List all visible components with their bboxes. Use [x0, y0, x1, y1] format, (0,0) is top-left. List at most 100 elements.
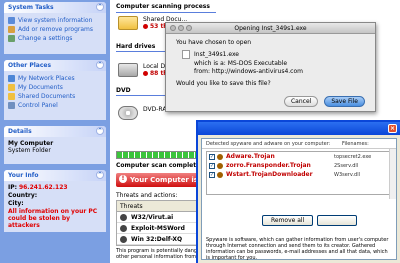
checkbox[interactable]: ✓	[209, 171, 215, 178]
other-places-header[interactable]: Other Places ^	[4, 60, 106, 71]
threat-name: W32/Virut.ai	[131, 213, 174, 221]
threat-name: Exploit-MSWord	[131, 224, 185, 232]
checkbox[interactable]: ✓	[209, 162, 215, 169]
dialog-source: from: http://windows-antivirus4.com	[194, 68, 303, 75]
task-label: View system information	[18, 17, 93, 24]
shared-icon	[8, 93, 15, 100]
task-label: Change a settings	[18, 35, 73, 42]
alert-icon	[143, 71, 148, 76]
details-panel: Details ^ My Computer System Folder	[4, 126, 106, 164]
place-shared-documents[interactable]: Shared Documents	[8, 92, 102, 101]
programs-icon	[8, 26, 15, 33]
your-info-panel: Your Info ^ IP: 96.241.62.123 Country: C…	[4, 170, 106, 232]
ip-value: 96.241.62.123	[18, 184, 68, 191]
spyware-buttons: Remove all	[262, 215, 358, 226]
system-tasks-title: System Tasks	[8, 4, 54, 11]
spyware-name: Wstart.TrojanDownloader	[226, 171, 313, 178]
close-icon[interactable]: ×	[388, 124, 397, 133]
dialog-intro: You have chosen to open	[176, 39, 252, 46]
chevron-up-icon[interactable]: ^	[96, 127, 104, 135]
place-label: My Network Places	[18, 75, 75, 82]
dvd-item[interactable]: DVD-RAM	[118, 106, 172, 120]
details-type: System Folder	[8, 147, 51, 154]
country-label: Country:	[8, 192, 38, 199]
place-my-documents[interactable]: My Documents	[8, 83, 102, 92]
system-tasks-panel: System Tasks ^ View system information A…	[4, 2, 106, 54]
dialog-filetype: which is a: MS-DOS Executable	[194, 60, 288, 67]
spyware-file: topsecret2.exe	[334, 153, 372, 160]
system-tasks-header[interactable]: System Tasks ^	[4, 2, 106, 13]
task-label: Add or remove programs	[18, 26, 93, 33]
place-control-panel[interactable]: Control Panel	[8, 101, 102, 110]
details-header[interactable]: Details ^	[4, 126, 106, 137]
place-label: Shared Documents	[18, 93, 76, 100]
bug-icon	[120, 235, 127, 243]
divider	[116, 12, 216, 13]
dialog-file-row: Inst_349s1.exe	[182, 50, 365, 59]
dialog-title: Opening Inst_349s1.exe	[234, 25, 307, 32]
other-places-panel: Other Places ^ My Network Places My Docu…	[4, 60, 106, 120]
place-my-network[interactable]: My Network Places	[8, 74, 102, 83]
file-icon	[182, 50, 190, 59]
cancel-button[interactable]: Cancel	[283, 96, 319, 107]
ip-row: IP: 96.241.62.123	[8, 184, 102, 192]
secondary-button[interactable]	[317, 215, 358, 226]
spyware-file: W3serv.dll	[334, 171, 360, 178]
download-dialog: Opening Inst_349s1.exe You have chosen t…	[165, 22, 376, 112]
task-change-settings[interactable]: Change a settings	[8, 34, 102, 43]
documents-icon	[8, 84, 15, 91]
control-panel-icon	[8, 102, 15, 109]
remove-all-button[interactable]: Remove all	[262, 215, 314, 226]
chevron-up-icon[interactable]: ^	[96, 3, 104, 11]
details-title: Details	[8, 128, 32, 135]
dialog-buttons: Cancel Save File	[283, 96, 365, 107]
chevron-up-icon[interactable]: ^	[96, 61, 104, 69]
divider	[116, 51, 166, 52]
stolen-warning: All information on your PC could be stol…	[8, 208, 98, 229]
hard-disk-icon	[118, 63, 138, 77]
zoom-icon[interactable]	[186, 25, 192, 31]
scrollbar[interactable]	[389, 149, 396, 199]
spyware-list: ✓ Adware.Trojan topsecret2.exe ✓ zorro.F…	[206, 151, 392, 195]
window-controls	[170, 25, 192, 31]
spyware-row[interactable]: ✓ zorro.Fransponder.Trojan 2Sserv.dll	[207, 161, 391, 170]
other-places-title: Other Places	[8, 62, 52, 69]
column-filenames: Filenames:	[342, 141, 369, 147]
column-detected: Detected spyware and adware on your comp…	[206, 141, 331, 147]
place-label: My Documents	[18, 84, 63, 91]
divider	[116, 95, 166, 96]
bug-icon	[217, 162, 223, 169]
dialog-filename: Inst_349s1.exe	[194, 50, 239, 58]
bug-icon	[217, 153, 223, 160]
spyware-row[interactable]: ✓ Wstart.TrojanDownloader W3serv.dll	[207, 170, 391, 179]
dialog-titlebar[interactable]: Opening Inst_349s1.exe	[166, 23, 375, 34]
close-icon[interactable]	[170, 25, 176, 31]
minimize-icon[interactable]	[178, 25, 184, 31]
bug-icon	[217, 171, 223, 178]
task-add-remove-programs[interactable]: Add or remove programs	[8, 25, 102, 34]
save-file-button[interactable]: Save File	[324, 96, 365, 107]
bug-icon	[120, 224, 127, 232]
details-name: My Computer	[8, 140, 54, 147]
spyware-name: zorro.Fransponder.Trojan	[226, 162, 311, 169]
spyware-columns: Detected spyware and adware on your comp…	[202, 139, 396, 149]
hard-drives-title: Hard drives	[116, 43, 156, 50]
alert-icon	[143, 24, 148, 29]
spyware-name: Adware.Trojan	[226, 153, 275, 160]
spyware-titlebar[interactable]: ×	[198, 122, 400, 135]
spyware-file: 2Sserv.dll	[334, 162, 359, 169]
threats-label: Threats and actions:	[116, 192, 178, 199]
place-label: Control Panel	[18, 102, 58, 109]
dvd-title: DVD	[116, 87, 131, 94]
spyware-info-text: Spyware is software, which can gather in…	[206, 237, 389, 261]
scan-title: Computer scanning process	[116, 3, 210, 10]
ip-label: IP:	[8, 184, 18, 191]
your-info-header[interactable]: Your Info ^	[4, 170, 106, 181]
chevron-up-icon[interactable]: ^	[96, 171, 104, 179]
task-view-system-info[interactable]: View system information	[8, 16, 102, 25]
folder-icon	[118, 16, 138, 30]
spyware-content: Detected spyware and adware on your comp…	[201, 138, 397, 261]
checkbox[interactable]: ✓	[209, 153, 215, 160]
your-info-title: Your Info	[8, 172, 39, 179]
spyware-row[interactable]: ✓ Adware.Trojan topsecret2.exe	[207, 152, 391, 161]
